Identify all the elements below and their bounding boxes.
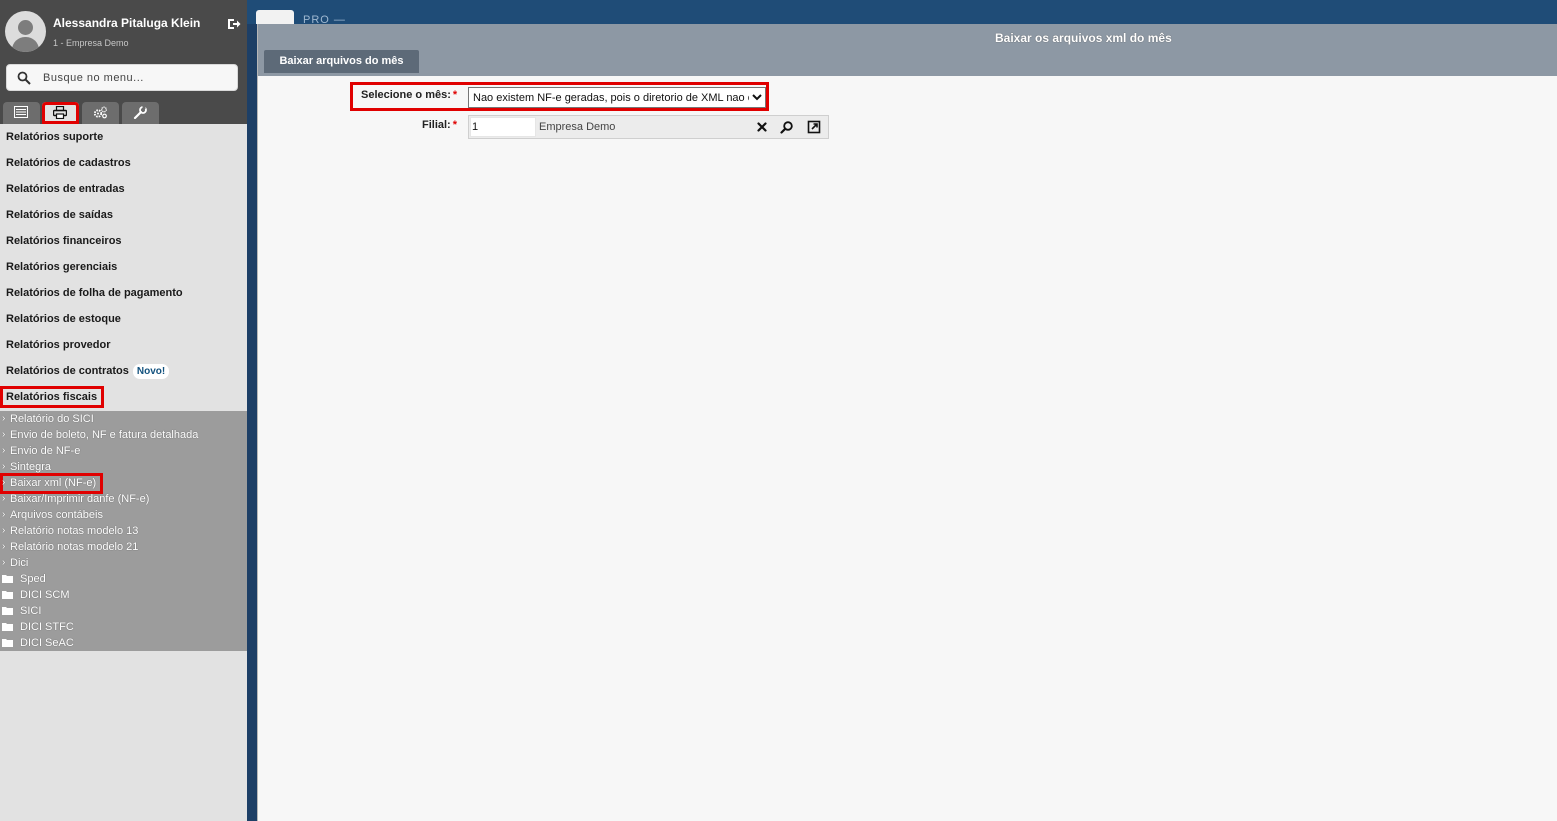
- new-badge: Novo!: [132, 363, 170, 379]
- top-bar: PRO —: [247, 0, 1557, 26]
- gears-icon: [93, 106, 107, 119]
- month-label: Selecione o mês: *: [361, 89, 457, 101]
- folder-icon: [2, 591, 13, 599]
- chevron-right-icon: ›: [2, 429, 6, 440]
- submenu-folder-label: Sped: [20, 573, 46, 585]
- report-item-folha-pagamento[interactable]: Relatórios de folha de pagamento: [0, 280, 247, 306]
- required-mark: *: [452, 119, 458, 131]
- report-item-suporte[interactable]: Relatórios suporte: [0, 124, 247, 150]
- submenu-folder[interactable]: DICI SeAC: [0, 635, 247, 651]
- submenu-item[interactable]: › Relatório do SICI: [0, 411, 247, 427]
- chevron-right-icon: ›: [2, 477, 6, 488]
- open-external-icon[interactable]: [807, 120, 821, 134]
- chevron-right-icon: ›: [2, 541, 6, 552]
- submenu-folder[interactable]: SICI: [0, 603, 247, 619]
- submenu-item[interactable]: › Dici: [0, 555, 247, 571]
- report-item-estoque[interactable]: Relatórios de estoque: [0, 306, 247, 332]
- submenu-item-label: Dici: [10, 557, 29, 569]
- submenu-item-baixar-xml[interactable]: › Baixar xml (NF-e): [0, 473, 247, 494]
- submenu-folder-label: SICI: [20, 605, 42, 617]
- submenu-item-label: Relatório notas modelo 13: [10, 525, 139, 537]
- tab-menu-reports[interactable]: [42, 102, 79, 124]
- submenu-folder[interactable]: Sped: [0, 571, 247, 587]
- highlight-box: [0, 386, 104, 408]
- filial-name: Empresa Demo: [539, 121, 616, 133]
- report-item-entradas[interactable]: Relatórios de entradas: [0, 176, 247, 202]
- submenu-item-label: Baixar/Imprimir danfe (NF-e): [10, 493, 150, 505]
- printer-icon: [53, 106, 67, 119]
- submenu-item-label: Envio de boleto, NF e fatura detalhada: [10, 429, 199, 441]
- submenu-item-label: Relatório do SICI: [10, 413, 94, 425]
- report-categories: Relatórios suporte Relatórios de cadastr…: [0, 124, 247, 410]
- submenu-item-label: Envio de NF-e: [10, 445, 81, 457]
- report-item-gerenciais[interactable]: Relatórios gerenciais: [0, 254, 247, 280]
- user-panel: Alessandra Pitaluga Klein 1 - Empresa De…: [0, 0, 247, 124]
- submenu-item[interactable]: › Relatório notas modelo 13: [0, 523, 247, 539]
- folder-icon: [2, 575, 13, 583]
- month-select[interactable]: Nao existem NF-e geradas, pois o diretor…: [468, 87, 766, 108]
- submenu-item-label: Arquivos contábeis: [10, 509, 103, 521]
- top-tab[interactable]: [256, 10, 294, 24]
- month-label-text: Selecione o mês:: [361, 89, 451, 101]
- report-item-provedor[interactable]: Relatórios provedor: [0, 332, 247, 358]
- report-item-financeiros[interactable]: Relatórios financeiros: [0, 228, 247, 254]
- submenu-item-label: Relatório notas modelo 21: [10, 541, 139, 553]
- submenu-item[interactable]: › Envio de NF-e: [0, 443, 247, 459]
- main-window: Baixar os arquivos xml do mês Baixar arq…: [257, 24, 1557, 821]
- list-icon: [14, 106, 28, 118]
- report-item-cadastros[interactable]: Relatórios de cadastros: [0, 150, 247, 176]
- logout-icon[interactable]: [227, 17, 241, 31]
- report-item-label: Relatórios de contratos: [6, 365, 129, 377]
- required-mark: *: [452, 89, 458, 101]
- report-item-saidas[interactable]: Relatórios de saídas: [0, 202, 247, 228]
- filial-code-input[interactable]: [470, 117, 536, 137]
- submenu-item[interactable]: › Arquivos contábeis: [0, 507, 247, 523]
- filial-field: Empresa Demo: [468, 115, 829, 139]
- sidebar: Alessandra Pitaluga Klein 1 - Empresa De…: [0, 0, 247, 821]
- window-title: Baixar os arquivos xml do mês: [995, 31, 1172, 45]
- window-header: Baixar os arquivos xml do mês Baixar arq…: [258, 24, 1557, 76]
- filial-label-text: Filial:: [422, 119, 451, 131]
- tab-menu-list[interactable]: [3, 102, 40, 124]
- folder-icon: [2, 607, 13, 615]
- menu-search[interactable]: [6, 64, 238, 91]
- submenu-item[interactable]: › Envio de boleto, NF e fatura detalhada: [0, 427, 247, 443]
- tab-menu-settings[interactable]: [82, 102, 119, 124]
- wrench-icon: [133, 106, 147, 119]
- chevron-right-icon: ›: [2, 413, 6, 424]
- filial-label: Filial: *: [422, 119, 457, 131]
- folder-icon: [2, 623, 13, 631]
- submenu-folder-label: DICI SCM: [20, 589, 70, 601]
- submenu-folder-label: DICI SeAC: [20, 637, 74, 649]
- folder-icon: [2, 639, 13, 647]
- chevron-right-icon: ›: [2, 509, 6, 520]
- user-company: 1 - Empresa Demo: [53, 38, 129, 48]
- search-input[interactable]: [43, 70, 233, 86]
- chevron-right-icon: ›: [2, 525, 6, 536]
- clear-icon[interactable]: [755, 120, 769, 134]
- search-icon[interactable]: [780, 120, 794, 134]
- tab-baixar-arquivos[interactable]: Baixar arquivos do mês: [264, 50, 419, 73]
- user-name: Alessandra Pitaluga Klein: [53, 16, 201, 30]
- fiscal-submenu: › Relatório do SICI › Envio de boleto, NF …: [0, 411, 247, 651]
- submenu-folder-label: DICI STFC: [20, 621, 74, 633]
- submenu-folder[interactable]: DICI STFC: [0, 619, 247, 635]
- chevron-right-icon: ›: [2, 557, 6, 568]
- submenu-item-label: Sintegra: [10, 461, 51, 473]
- report-item-fiscais[interactable]: Relatórios fiscais: [0, 384, 247, 410]
- submenu-item[interactable]: › Baixar/Imprimir danfe (NF-e): [0, 491, 247, 507]
- submenu-item[interactable]: › Relatório notas modelo 21: [0, 539, 247, 555]
- chevron-right-icon: ›: [2, 493, 6, 504]
- submenu-folder[interactable]: DICI SCM: [0, 587, 247, 603]
- avatar: [5, 11, 46, 52]
- tab-menu-tools[interactable]: [122, 102, 159, 124]
- report-item-contratos[interactable]: Relatórios de contratos Novo!: [0, 358, 247, 384]
- search-icon: [17, 71, 31, 85]
- chevron-right-icon: ›: [2, 445, 6, 456]
